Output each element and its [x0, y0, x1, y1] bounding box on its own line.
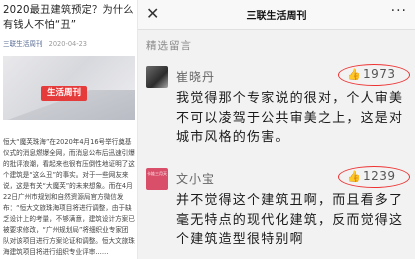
- top-navbar: ✕ 三联生活周刊 ···: [138, 0, 415, 30]
- article-date: 2020-04-23: [48, 40, 87, 48]
- article-hero-image: 生活周刊: [3, 56, 135, 120]
- like-button[interactable]: 👍 1973: [338, 64, 410, 86]
- thumbs-up-icon: 👍: [347, 170, 361, 183]
- article-meta: 三联生活周刊 2020-04-23: [3, 38, 137, 48]
- article-body: 恒大“魔芙珠海”在2020年4月16号举行奠基仪式的消息燃爆全网，而消息公布后迅…: [3, 138, 135, 256]
- commenter-name: 文小宝: [176, 172, 216, 186]
- account-title: 三联生活周刊: [246, 11, 307, 22]
- more-icon[interactable]: ···: [391, 3, 407, 19]
- article-account[interactable]: 三联生活周刊: [3, 40, 43, 48]
- comments-panel: ✕ 三联生活周刊 ··· 精选留言 崔晓丹 👍 1973 我觉得那个专家说的很对…: [138, 0, 415, 259]
- magazine-logo: 生活周刊: [41, 86, 87, 101]
- thumbs-up-icon: 👍: [347, 68, 361, 81]
- article-preview-panel: 2020最丑建筑预定？为什么有钱人不怕“丑” 三联生活周刊 2020-04-23…: [0, 0, 138, 259]
- comment-text: 我觉得那个专家说的很对，个人审美不可以凌驾于公共审美之上，这是对城市风格的伤害。: [176, 91, 404, 145]
- article-title[interactable]: 2020最丑建筑预定？为什么有钱人不怕“丑”: [3, 3, 135, 33]
- avatar[interactable]: [146, 66, 168, 88]
- like-count: 1973: [363, 67, 396, 81]
- like-count: 1239: [363, 169, 396, 183]
- commenter-name: 崔晓丹: [176, 70, 216, 84]
- comment-text: 并不觉得这个建筑丑啊，而且看多了毫无特点的现代化建筑，反而觉得这个建筑造型很特别…: [176, 193, 404, 247]
- avatar[interactable]: 卡娃三月天: [146, 168, 168, 190]
- like-button[interactable]: 👍 1239: [338, 166, 410, 188]
- section-title: 精选留言: [146, 40, 192, 52]
